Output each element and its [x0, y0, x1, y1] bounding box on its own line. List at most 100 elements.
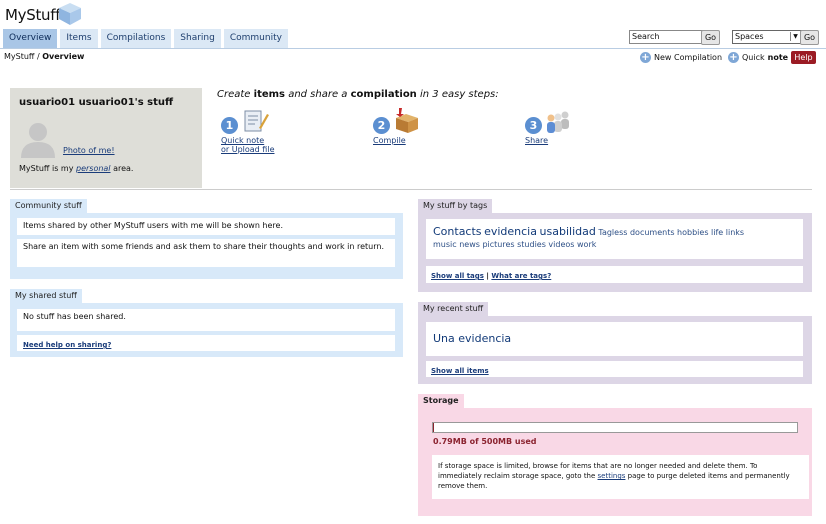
storage-panel: Storage 0.79MB of 500MB used If storage …: [418, 394, 812, 516]
note-label: note: [767, 53, 789, 62]
shared-panel: My shared stuff No stuff has been shared…: [10, 289, 403, 357]
storage-body: 0.79MB of 500MB used If storage space is…: [418, 408, 812, 516]
plus-icon: +: [728, 52, 739, 63]
show-all-items-link[interactable]: Show all items: [431, 367, 489, 375]
tag-life[interactable]: life: [711, 228, 723, 237]
section-divider: [10, 189, 812, 190]
app-logo-text: MyStuff: [5, 6, 61, 24]
tag-evidencia[interactable]: evidencia: [484, 225, 537, 238]
community-share-tip: Share an item with some friends and ask …: [17, 239, 395, 267]
tag-music[interactable]: music: [433, 240, 457, 249]
breadcrumb-root[interactable]: MyStuff: [4, 52, 34, 61]
spaces-select-value: Spaces: [735, 32, 764, 41]
people-icon: [547, 111, 569, 133]
tag-tagless[interactable]: Tagless: [598, 228, 627, 237]
main-tabs: Overview Items Compilations Sharing Comm…: [3, 29, 288, 48]
storage-progress-fill: [433, 423, 434, 432]
note-upload-icon: [244, 110, 269, 132]
personal-link[interactable]: personal: [76, 164, 111, 173]
tag-studies[interactable]: studies: [517, 240, 546, 249]
shared-help-row: Need help on sharing?: [17, 335, 395, 351]
tab-compilations[interactable]: Compilations: [100, 29, 172, 48]
quick-note-link[interactable]: Quick note: [221, 136, 264, 145]
show-all-tags-link[interactable]: Show all tags: [431, 272, 484, 280]
step-number: 3: [525, 117, 542, 134]
community-shared-info: Items shared by other MyStuff users with…: [17, 218, 395, 235]
photo-link[interactable]: Photo of me!: [63, 146, 115, 155]
personal-area-text: MyStuff is my personal area.: [19, 164, 133, 173]
tag-hobbies[interactable]: hobbies: [677, 228, 708, 237]
new-compilation-label: New Compilation: [654, 53, 723, 62]
mystuff-cube-logo-icon: [59, 3, 81, 25]
tag-videos[interactable]: videos: [548, 240, 574, 249]
community-body: Items shared by other MyStuff users with…: [10, 213, 403, 279]
tag-work[interactable]: work: [577, 240, 596, 249]
step-number: 1: [221, 117, 238, 134]
community-title: Community stuff: [10, 199, 87, 213]
new-compilation-button[interactable]: + New Compilation: [640, 52, 722, 63]
shared-empty-text: No stuff has been shared.: [17, 309, 395, 331]
spaces-go-button[interactable]: Go: [800, 30, 819, 45]
user-box: usuario01 usuario01's stuff Photo of me!…: [10, 88, 202, 188]
steps-compilation: compilation: [350, 89, 417, 100]
steps-heading: Create items and share a compilation in …: [217, 89, 499, 100]
recent-panel: My recent stuff Una evidencia Show all i…: [418, 302, 812, 384]
step-label: Share: [525, 136, 548, 145]
step-label: Compile: [373, 136, 406, 145]
recent-body: Una evidencia Show all items: [418, 316, 812, 384]
tab-overview[interactable]: Overview: [3, 29, 58, 48]
tags-panel: My stuff by tags Contacts evidencia usab…: [418, 199, 812, 292]
tag-news[interactable]: news: [459, 240, 480, 249]
shared-body: No stuff has been shared. Need help on s…: [10, 303, 403, 357]
tags-title: My stuff by tags: [418, 199, 493, 213]
tags-links-row: Show all tags | What are tags?: [426, 266, 803, 283]
storage-note: If storage space is limited, browse for …: [432, 455, 809, 499]
avatar-placeholder-icon: [21, 123, 55, 158]
steps-items: items: [253, 89, 286, 100]
tab-items[interactable]: Items: [60, 29, 98, 48]
storage-progress-bar: [432, 422, 798, 433]
sharing-help-link[interactable]: Need help on sharing?: [23, 341, 111, 349]
recent-item-link[interactable]: Una evidencia: [433, 332, 511, 345]
recent-item: Una evidencia: [426, 322, 803, 356]
upload-file-link[interactable]: or Upload file: [221, 145, 274, 154]
quick-label: Quick: [742, 53, 765, 62]
personal-pre: MyStuff is my: [19, 164, 76, 173]
shared-title: My shared stuff: [10, 289, 82, 303]
tab-community[interactable]: Community: [223, 29, 288, 48]
personal-post: area.: [110, 164, 134, 173]
tags-body: Contacts evidencia usabilidad Tagless do…: [418, 213, 812, 292]
search-go-button[interactable]: Go: [701, 30, 720, 45]
tag-cloud: Contacts evidencia usabilidad Tagless do…: [426, 219, 803, 259]
share-link[interactable]: Share: [525, 136, 548, 145]
chevron-down-icon: ▼: [790, 32, 800, 41]
recent-title: My recent stuff: [418, 302, 489, 316]
box-icon: [396, 108, 418, 133]
settings-link[interactable]: settings: [598, 472, 626, 480]
steps-pre2: and share a: [285, 89, 351, 100]
storage-title: Storage: [418, 394, 464, 408]
steps-pre1: Create: [217, 89, 254, 100]
compile-link[interactable]: Compile: [373, 136, 406, 145]
tag-usabilidad[interactable]: usabilidad: [540, 225, 596, 238]
steps-post: in 3 easy steps:: [416, 89, 499, 100]
quick-note-button[interactable]: + Quick note: [728, 52, 788, 63]
what-are-tags-link[interactable]: What are tags?: [491, 272, 551, 280]
storage-used-text: 0.79MB of 500MB used: [433, 437, 537, 446]
tag-documents[interactable]: documents: [630, 228, 675, 237]
tag-links[interactable]: links: [726, 228, 744, 237]
community-panel: Community stuff Items shared by other My…: [10, 199, 403, 279]
tag-pictures[interactable]: pictures: [482, 240, 514, 249]
user-title: usuario01 usuario01's stuff: [19, 97, 174, 108]
tab-sharing[interactable]: Sharing: [174, 29, 221, 48]
tag-contacts[interactable]: Contacts: [433, 225, 482, 238]
step-number: 2: [373, 117, 390, 134]
recent-links-row: Show all items: [426, 361, 803, 377]
search-input[interactable]: Search: [629, 30, 703, 44]
tab-divider: [0, 48, 826, 49]
spaces-select[interactable]: Spaces ▼: [732, 30, 802, 44]
help-button[interactable]: Help: [791, 51, 816, 64]
step-label: Quick note or Upload file: [221, 136, 274, 154]
breadcrumb: MyStuff / Overview: [4, 52, 84, 61]
breadcrumb-current: Overview: [42, 52, 85, 61]
